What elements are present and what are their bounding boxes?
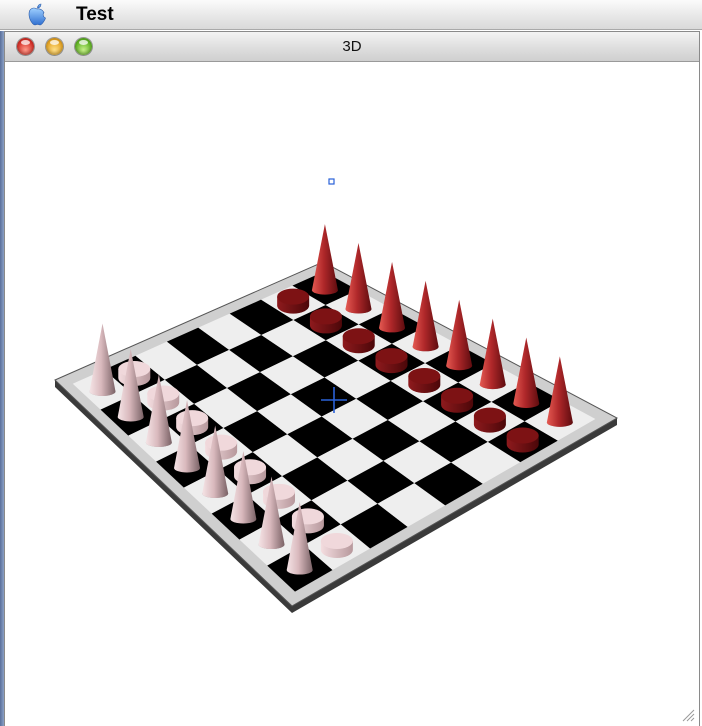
red-disc-piece[interactable] — [506, 427, 539, 453]
red-cone-piece-body — [311, 224, 338, 295]
red-disc-piece[interactable] — [441, 387, 474, 413]
red-disc-piece[interactable] — [342, 328, 375, 354]
red-disc-piece-top — [441, 387, 474, 404]
square-marker-icon — [328, 178, 335, 185]
apple-menu-icon[interactable] — [24, 2, 50, 28]
app-menu-title[interactable]: Test — [76, 4, 114, 26]
3d-viewport[interactable] — [5, 62, 699, 726]
red-disc-piece[interactable] — [375, 348, 408, 374]
white-disc-piece-top — [205, 434, 238, 451]
red-disc-piece-top — [342, 328, 375, 345]
red-disc-piece-top — [473, 407, 506, 424]
resize-grip-icon[interactable] — [679, 706, 695, 722]
red-disc-piece-top — [309, 308, 342, 325]
red-disc-piece[interactable] — [408, 367, 441, 393]
white-disc-piece-top — [234, 459, 267, 476]
white-disc-piece[interactable] — [320, 532, 353, 558]
white-disc-piece-top — [320, 532, 353, 549]
red-cone-piece[interactable] — [311, 224, 338, 295]
main-window: 3D — [4, 31, 700, 726]
red-disc-piece-top — [408, 367, 441, 384]
red-disc-piece-top — [277, 288, 310, 305]
red-disc-piece-top — [375, 348, 408, 365]
window-titlebar[interactable]: 3D — [5, 32, 699, 62]
red-disc-piece[interactable] — [309, 308, 342, 334]
red-disc-piece[interactable] — [277, 288, 310, 314]
red-disc-piece[interactable] — [473, 407, 506, 433]
menu-bar: Test — [0, 0, 702, 30]
window-title: 3D — [342, 38, 362, 55]
red-disc-piece-top — [506, 427, 539, 444]
white-disc-piece-top — [176, 410, 209, 427]
